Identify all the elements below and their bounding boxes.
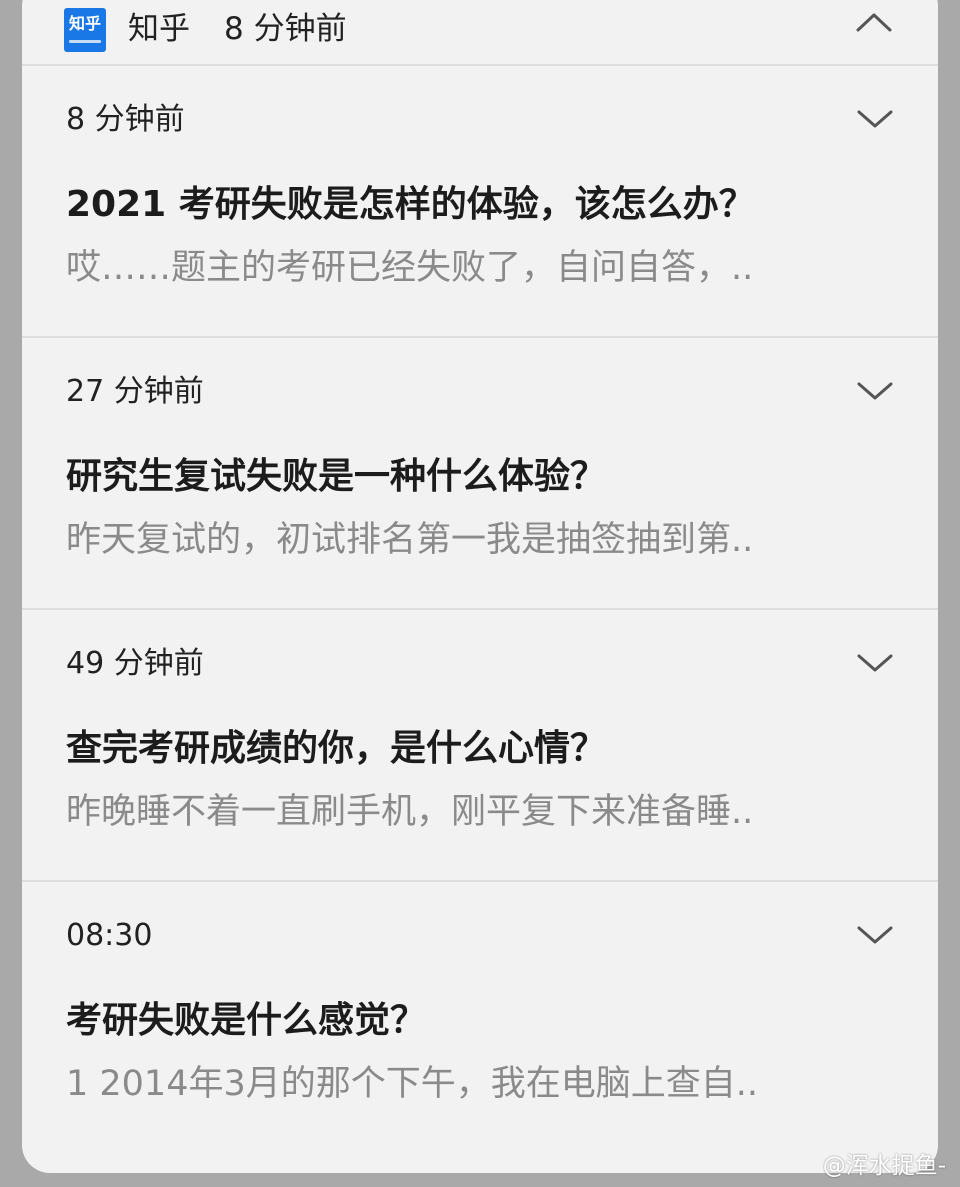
watermark: @浑水捉鱼-: [822, 1153, 946, 1179]
chevron-down-icon[interactable]: [856, 108, 894, 130]
header-timestamp: 8 分钟前: [224, 11, 347, 47]
notification-item[interactable]: 49 分钟前 查完考研成绩的你，是什么心情？ 昨晚睡不着一直刷手机，刚平复下来准…: [22, 610, 938, 882]
item-title: 研究生复试失败是一种什么体验？: [66, 456, 607, 497]
item-preview: 昨天复试的，初试排名第一我是抽签抽到第..: [66, 520, 754, 560]
item-preview: 哎……题主的考研已经失败了，自问自答，..: [66, 248, 754, 288]
zhihu-app-icon: 知乎: [64, 8, 106, 52]
item-timestamp: 08:30: [66, 918, 153, 953]
app-name: 知乎: [128, 11, 190, 47]
item-title: 考研失败是什么感觉？: [66, 1000, 427, 1041]
chevron-down-icon[interactable]: [856, 924, 894, 946]
item-timestamp: 49 分钟前: [66, 646, 204, 681]
chevron-down-icon[interactable]: [856, 652, 894, 674]
notification-item[interactable]: 8 分钟前 2021 考研失败是怎样的体验，该怎么办？ 哎……题主的考研已经失败…: [22, 66, 938, 338]
app-icon-text: 知乎: [68, 14, 101, 33]
notification-header[interactable]: 知乎 知乎 8 分钟前: [22, 0, 938, 66]
item-timestamp: 27 分钟前: [66, 374, 204, 409]
chevron-down-icon[interactable]: [856, 380, 894, 402]
notification-item[interactable]: 08:30 考研失败是什么感觉？ 1 2014年3月的那个下午，我在电脑上查自.…: [22, 882, 938, 1152]
item-title: 查完考研成绩的你，是什么心情？: [66, 728, 607, 769]
chevron-up-icon[interactable]: [854, 10, 894, 34]
notification-card[interactable]: 知乎 知乎 8 分钟前 8 分钟前 2021 考研失败是怎样的体验，该怎么办？ …: [22, 0, 938, 1173]
app-icon-slogan: [69, 40, 101, 43]
item-preview: 昨晚睡不着一直刷手机，刚平复下来准备睡..: [66, 792, 754, 832]
item-timestamp: 8 分钟前: [66, 102, 185, 137]
notification-item[interactable]: 27 分钟前 研究生复试失败是一种什么体验？ 昨天复试的，初试排名第一我是抽签抽…: [22, 338, 938, 610]
item-preview: 1 2014年3月的那个下午，我在电脑上查自..: [66, 1064, 758, 1104]
item-title: 2021 考研失败是怎样的体验，该怎么办？: [66, 184, 755, 225]
